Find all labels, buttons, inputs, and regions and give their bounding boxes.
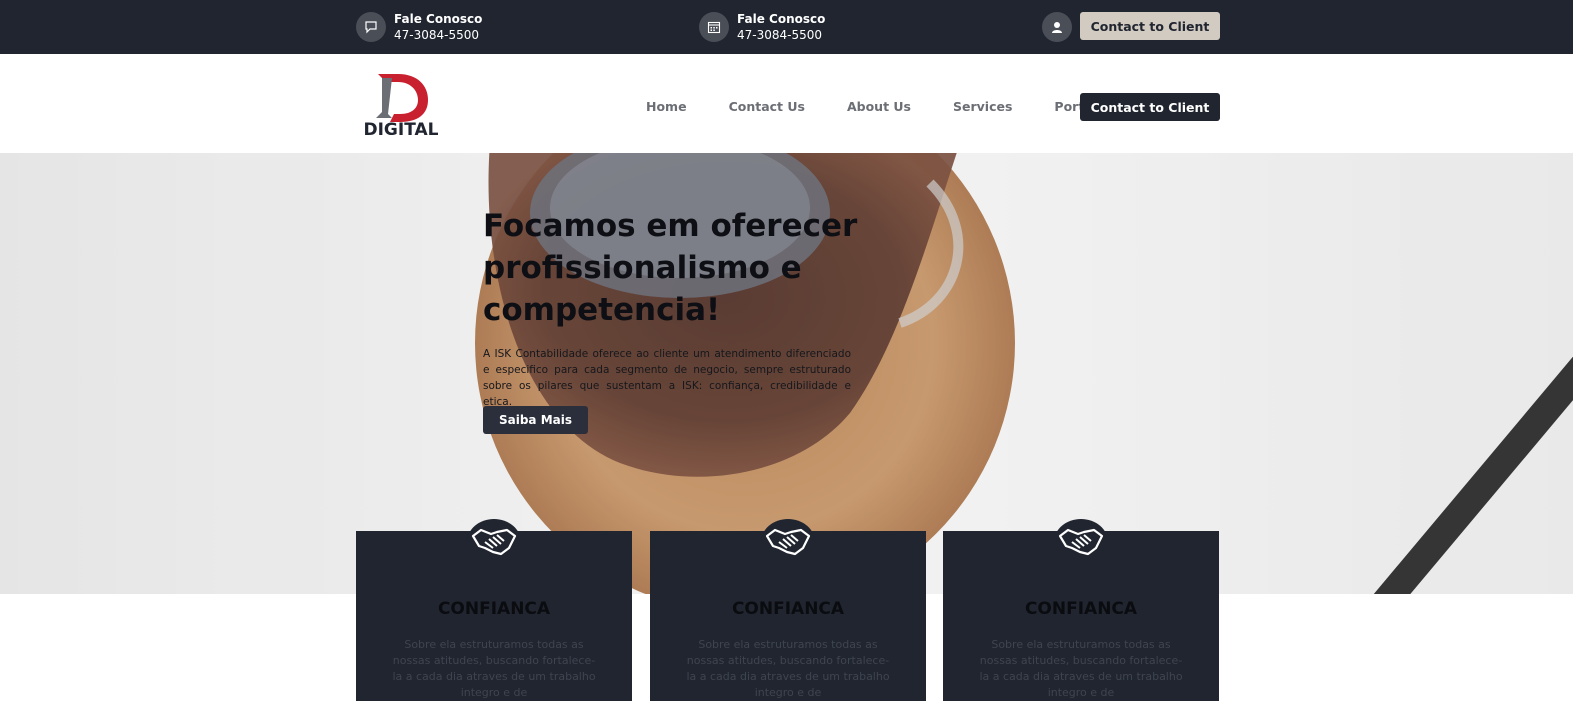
nav-about-us[interactable]: About Us [847,93,911,121]
user-icon[interactable] [1042,12,1072,42]
contact-info-calendar: Fale Conosco 47-3084-5500 [699,11,825,43]
contact-to-client-button-nav[interactable]: Contact to Client [1080,93,1220,121]
contact-phone[interactable]: 47-3084-5500 [394,27,482,43]
saiba-mais-button[interactable]: Saiba Mais [483,406,588,434]
feature-card: CONFIANCA Sobre ela estruturamos todas a… [650,519,926,701]
main-nav: Home Contact Us About Us Services Portfo… [625,93,1136,121]
contact-phone[interactable]: 47-3084-5500 [737,27,825,43]
chat-icon [356,12,386,42]
logo-text: DIGITAL [364,120,439,140]
hero-description: A ISK Contabilidade oferece ao cliente u… [483,348,851,408]
nav-services[interactable]: Services [953,93,1012,121]
contact-title: Fale Conosco [394,12,483,26]
contact-info-chat: Fale Conosco 47-3084-5500 [356,11,482,43]
card-text: Sobre ela estruturamos todas as nossas a… [979,638,1183,699]
contact-title: Fale Conosco [737,12,826,26]
card-title: CONFIANCA [1024,599,1138,619]
card-title: CONFIANCA [437,599,551,619]
digital-logo[interactable]: DIGITAL [356,70,446,140]
calendar-icon [699,12,729,42]
hero-title: Focamos em oferecer profissionalismo e c… [483,208,858,328]
nav-home[interactable]: Home [646,93,687,121]
main-header: DIGITAL Home Contact Us About Us Service… [0,54,1573,153]
handshake-icon [1054,519,1108,565]
contact-to-client-button-top[interactable]: Contact to Client [1080,12,1220,40]
card-title: CONFIANCA [731,599,845,619]
feature-card: CONFIANCA Sobre ela estruturamos todas a… [356,519,632,701]
handshake-icon [467,519,521,565]
nav-contact-us[interactable]: Contact Us [729,93,805,121]
card-text: Sobre ela estruturamos todas as nossas a… [686,638,890,699]
card-text: Sobre ela estruturamos todas as nossas a… [392,638,596,699]
top-bar: Fale Conosco 47-3084-5500 Fale Conosco 4… [0,0,1573,54]
feature-card: CONFIANCA Sobre ela estruturamos todas a… [943,519,1219,701]
handshake-icon [761,519,815,565]
